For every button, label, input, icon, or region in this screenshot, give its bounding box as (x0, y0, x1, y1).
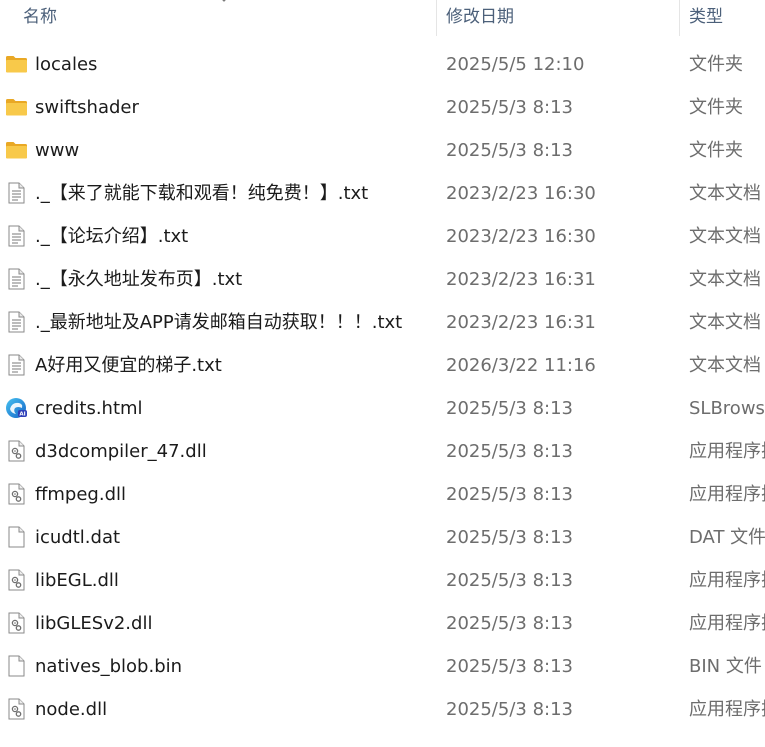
file-row[interactable]: ._【论坛介绍】.txt 2023/2/23 16:30 文本文档 (0, 215, 765, 258)
file-modified-date: 2023/2/23 16:31 (446, 269, 596, 290)
file-type: DAT 文件 (689, 527, 765, 548)
folder-icon (5, 139, 28, 161)
file-row[interactable]: ._【来了就能下载和观看！纯免费！】.txt 2023/2/23 16:30 文本文… (0, 172, 765, 215)
file-name: icudtl.dat (35, 527, 121, 548)
text-file-icon (5, 182, 28, 204)
file-type: BIN 文件 (689, 656, 762, 677)
file-name: libEGL.dll (35, 570, 119, 591)
file-type: 文件夹 (689, 97, 743, 118)
file-row[interactable]: AI credits.html 2025/5/3 8:13 SLBrowser (0, 387, 765, 430)
file-type: 文本文档 (689, 355, 761, 376)
folder-icon (5, 53, 28, 75)
file-name: credits.html (35, 398, 143, 419)
file-type: 应用程序扩展 (689, 613, 765, 634)
text-file-icon (5, 354, 28, 376)
file-modified-date: 2025/5/3 8:13 (446, 484, 573, 505)
text-file-icon (5, 311, 28, 333)
file-modified-date: 2023/2/23 16:31 (446, 312, 596, 333)
file-modified-date: 2025/5/3 8:13 (446, 527, 573, 548)
file-row[interactable]: locales 2025/5/5 12:10 文件夹 (0, 43, 765, 86)
file-name: ._【永久地址发布页】.txt (35, 269, 243, 290)
blank-file-icon (5, 526, 28, 548)
file-type: 应用程序扩展 (689, 441, 765, 462)
file-modified-date: 2025/5/3 8:13 (446, 570, 573, 591)
dll-file-icon (5, 483, 28, 505)
file-name: swiftshader (35, 97, 139, 118)
svg-text:AI: AI (19, 412, 25, 418)
file-modified-date: 2025/5/3 8:13 (446, 140, 573, 161)
folder-icon (5, 96, 28, 118)
dll-file-icon (5, 569, 28, 591)
file-row[interactable]: node.dll 2025/5/3 8:13 应用程序扩展 (0, 688, 765, 731)
file-type: 应用程序扩展 (689, 699, 765, 720)
file-name: d3dcompiler_47.dll (35, 441, 207, 462)
file-row[interactable]: ._【永久地址发布页】.txt 2023/2/23 16:31 文本文档 (0, 258, 765, 301)
file-modified-date: 2025/5/3 8:13 (446, 441, 573, 462)
file-type: 应用程序扩展 (689, 484, 765, 505)
file-modified-date: 2025/5/3 8:13 (446, 398, 573, 419)
file-row[interactable]: ._最新地址及APP请发邮箱自动获取！！！.txt 2023/2/23 16:31… (0, 301, 765, 344)
file-row[interactable]: swiftshader 2025/5/3 8:13 文件夹 (0, 86, 765, 129)
file-type: 文本文档 (689, 226, 761, 247)
file-type: 文件夹 (689, 140, 743, 161)
file-modified-date: 2025/5/5 12:10 (446, 54, 585, 75)
blank-file-icon (5, 655, 28, 677)
file-name: www (35, 140, 80, 161)
file-type: 文本文档 (689, 183, 761, 204)
file-type: SLBrowser (689, 398, 765, 419)
file-name: natives_blob.bin (35, 656, 183, 677)
file-name: locales (35, 54, 98, 75)
file-row[interactable]: www 2025/5/3 8:13 文件夹 (0, 129, 765, 172)
column-header-type[interactable]: 类型 (689, 0, 723, 36)
column-header-name[interactable]: 名称 (23, 0, 57, 36)
file-modified-date: 2025/5/3 8:13 (446, 613, 573, 634)
file-row[interactable]: A好用又便宜的梯子.txt 2026/3/22 11:16 文本文档 (0, 344, 765, 387)
column-divider[interactable] (679, 0, 680, 36)
dll-file-icon (5, 612, 28, 634)
file-modified-date: 2025/5/3 8:13 (446, 699, 573, 720)
file-modified-date: 2023/2/23 16:30 (446, 226, 596, 247)
sort-ascending-icon (222, 0, 226, 2)
file-type: 文本文档 (689, 269, 761, 290)
file-name: A好用又便宜的梯子.txt (35, 355, 222, 376)
file-name: libGLESv2.dll (35, 613, 153, 634)
file-modified-date: 2025/5/3 8:13 (446, 656, 573, 677)
browser-html-icon: AI (5, 397, 28, 419)
file-type: 文本文档 (689, 312, 761, 333)
file-row[interactable]: icudtl.dat 2025/5/3 8:13 DAT 文件 (0, 516, 765, 559)
file-modified-date: 2025/5/3 8:13 (446, 97, 573, 118)
file-row[interactable]: ffmpeg.dll 2025/5/3 8:13 应用程序扩展 (0, 473, 765, 516)
file-modified-date: 2023/2/23 16:30 (446, 183, 596, 204)
column-header-bar: 名称 修改日期 类型 (0, 0, 765, 36)
dll-file-icon (5, 698, 28, 720)
column-divider[interactable] (436, 0, 437, 36)
file-row[interactable]: d3dcompiler_47.dll 2025/5/3 8:13 应用程序扩展 (0, 430, 765, 473)
file-name: ._【论坛介绍】.txt (35, 226, 189, 247)
file-name: ffmpeg.dll (35, 484, 127, 505)
text-file-icon (5, 225, 28, 247)
file-name: ._最新地址及APP请发邮箱自动获取！！！.txt (35, 312, 403, 333)
file-name: node.dll (35, 699, 108, 720)
text-file-icon (5, 268, 28, 290)
file-name: ._【来了就能下载和观看！纯免费！】.txt (35, 183, 369, 204)
file-modified-date: 2026/3/22 11:16 (446, 355, 596, 376)
file-type: 应用程序扩展 (689, 570, 765, 591)
file-row[interactable]: libEGL.dll 2025/5/3 8:13 应用程序扩展 (0, 559, 765, 602)
file-type: 文件夹 (689, 54, 743, 75)
column-header-modified[interactable]: 修改日期 (446, 0, 514, 36)
dll-file-icon (5, 440, 28, 462)
file-row[interactable]: natives_blob.bin 2025/5/3 8:13 BIN 文件 (0, 645, 765, 688)
file-row[interactable]: libGLESv2.dll 2025/5/3 8:13 应用程序扩展 (0, 602, 765, 645)
